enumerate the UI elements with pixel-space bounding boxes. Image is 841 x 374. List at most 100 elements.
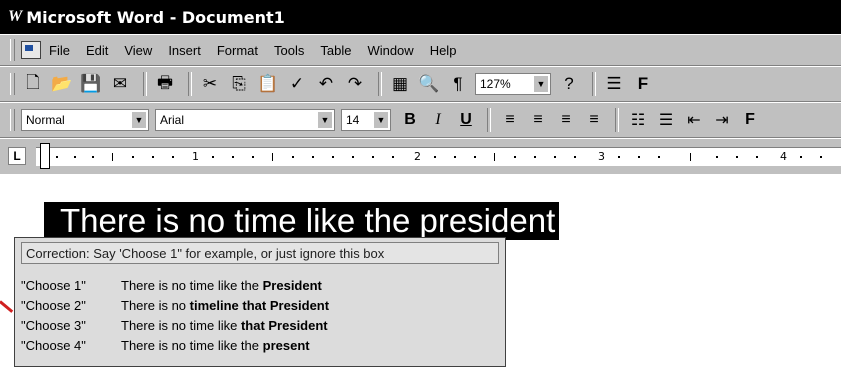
cut-icon[interactable]: ✂	[198, 72, 222, 96]
ruler-dot	[132, 156, 134, 158]
chevron-down-icon[interactable]: ▼	[132, 112, 146, 128]
window-title: Microsoft Word - Document1	[26, 7, 285, 27]
choice-prefix: There is no time like the	[121, 337, 263, 353]
toolbar-more-button[interactable]: F	[631, 72, 655, 96]
toolbar-more-button[interactable]: F	[737, 108, 763, 132]
ruler-dot	[392, 156, 394, 158]
ruler-dot	[152, 156, 154, 158]
choice-prefix: There is no time like	[121, 317, 241, 333]
menu-tools[interactable]: Tools	[274, 43, 304, 58]
choice-text: There is no time like the President	[121, 278, 322, 293]
spelling-icon[interactable]: ✓	[285, 72, 309, 96]
ruler-dot	[736, 156, 738, 158]
chevron-down-icon[interactable]: ▼	[374, 112, 388, 128]
menubar-grip[interactable]	[10, 39, 15, 61]
underline-button[interactable]: U	[453, 108, 479, 132]
italic-button[interactable]: I	[425, 108, 451, 132]
menu-format[interactable]: Format	[217, 43, 258, 58]
choice-key: "Choose 4"	[21, 337, 86, 353]
chevron-down-icon[interactable]: ▼	[318, 112, 332, 128]
ruler-strip[interactable]: 1 2 3 4	[36, 147, 841, 166]
choice-prefix: There is no time like the	[121, 277, 263, 293]
menu-insert[interactable]: Insert	[168, 43, 201, 58]
standard-toolbar: 🗋 📂 💾 ✉ 🖶 ✂ ⎘ 📋 ✓ ↶ ↷ ▦ 🔍 ¶ 127% ▼ ? ☰ F	[0, 66, 841, 102]
ruler-dot	[618, 156, 620, 158]
choice-text: There is no time like the present	[121, 338, 310, 353]
menu-bar: File Edit View Insert Format Tools Table…	[0, 34, 841, 66]
zoom-select[interactable]: 127% ▼	[475, 73, 551, 95]
open-folder-icon[interactable]: 📂	[50, 72, 74, 96]
choice-text: There is no time like that President	[121, 318, 328, 333]
email-icon[interactable]: ✉	[108, 72, 132, 96]
undo-icon[interactable]: ↶	[314, 72, 338, 96]
align-right-icon[interactable]: ≡	[553, 108, 579, 132]
choice-row-2[interactable]: "Choose 2" There is no timeline that Pre…	[21, 296, 329, 314]
menu-help[interactable]: Help	[430, 43, 457, 58]
font-size-select[interactable]: 14 ▼	[341, 109, 391, 131]
decrease-indent-icon[interactable]: ⇤	[681, 108, 707, 132]
choice-bold: President	[262, 277, 322, 293]
ruler-dot	[658, 156, 660, 158]
insert-table-icon[interactable]: ▦	[388, 72, 412, 96]
ruler-dot	[56, 156, 58, 158]
ruler-dot	[252, 156, 254, 158]
ruler-dot	[454, 156, 456, 158]
separator	[378, 72, 382, 96]
show-hide-icon[interactable]: ¶	[446, 72, 470, 96]
title-bar: W Microsoft Word - Document1	[0, 0, 841, 34]
align-center-icon[interactable]: ≡	[525, 108, 551, 132]
redo-icon[interactable]: ↷	[343, 72, 367, 96]
align-left-icon[interactable]: ≡	[497, 108, 523, 132]
ruler-dot	[554, 156, 556, 158]
bold-button[interactable]: B	[397, 108, 423, 132]
columns-icon[interactable]: ☰	[602, 72, 626, 96]
chevron-down-icon[interactable]: ▼	[534, 76, 548, 92]
paste-icon[interactable]: 📋	[256, 72, 280, 96]
menu-edit[interactable]: Edit	[86, 43, 108, 58]
separator	[188, 72, 192, 96]
font-size-value: 14	[346, 113, 360, 127]
choice-row-3[interactable]: "Choose 3" There is no time like that Pr…	[21, 316, 328, 334]
menu-view[interactable]: View	[124, 43, 152, 58]
ruler-dot	[514, 156, 516, 158]
choice-prefix: There is no	[121, 297, 190, 313]
formatting-toolbar: Normal ▼ Arial ▼ 14 ▼ B I U ≡ ≡ ≡ ≡ ☷ ☰ …	[0, 102, 841, 138]
menu-window[interactable]: Window	[367, 43, 413, 58]
ruler-dot	[372, 156, 374, 158]
selected-text[interactable]: There is no time like the president	[44, 202, 560, 240]
choice-row-4[interactable]: "Choose 4" There is no time like the pre…	[21, 336, 310, 354]
choice-bold: timeline that President	[189, 297, 330, 313]
help-icon[interactable]: ?	[557, 72, 581, 96]
choice-key: "Choose 1"	[21, 277, 86, 293]
ruler-dot	[212, 156, 214, 158]
increase-indent-icon[interactable]: ⇥	[709, 108, 735, 132]
word-logo-icon: W	[8, 8, 23, 25]
tab-selector[interactable]: L	[8, 147, 26, 165]
new-document-icon[interactable]: 🗋	[21, 72, 45, 96]
ruler-dot	[534, 156, 536, 158]
toolbar-grip[interactable]	[10, 73, 15, 95]
copy-icon[interactable]: ⎘	[227, 72, 251, 96]
style-select[interactable]: Normal ▼	[21, 109, 149, 131]
ruler-tick	[272, 153, 273, 161]
zoom-value: 127%	[480, 77, 511, 91]
justify-icon[interactable]: ≡	[581, 108, 607, 132]
menu-file[interactable]: File	[49, 43, 70, 58]
toolbar-grip[interactable]	[10, 109, 15, 131]
choice-row-1[interactable]: "Choose 1" There is no time like the Pre…	[21, 276, 322, 294]
separator	[592, 72, 596, 96]
ruler-mark: 1	[192, 150, 199, 163]
ruler-tick	[112, 153, 113, 161]
bullets-icon[interactable]: ☰	[653, 108, 679, 132]
save-icon[interactable]: 💾	[79, 72, 103, 96]
separator	[143, 72, 147, 96]
indent-marker[interactable]	[40, 143, 50, 169]
document-control-icon[interactable]	[21, 41, 41, 59]
menu-table[interactable]: Table	[320, 43, 351, 58]
correction-header: Correction: Say 'Choose 1" for example, …	[21, 242, 499, 264]
document-map-icon[interactable]: 🔍	[417, 72, 441, 96]
font-select[interactable]: Arial ▼	[155, 109, 335, 131]
ruler-dot	[574, 156, 576, 158]
numbering-icon[interactable]: ☷	[625, 108, 651, 132]
print-icon[interactable]: 🖶	[153, 72, 177, 96]
